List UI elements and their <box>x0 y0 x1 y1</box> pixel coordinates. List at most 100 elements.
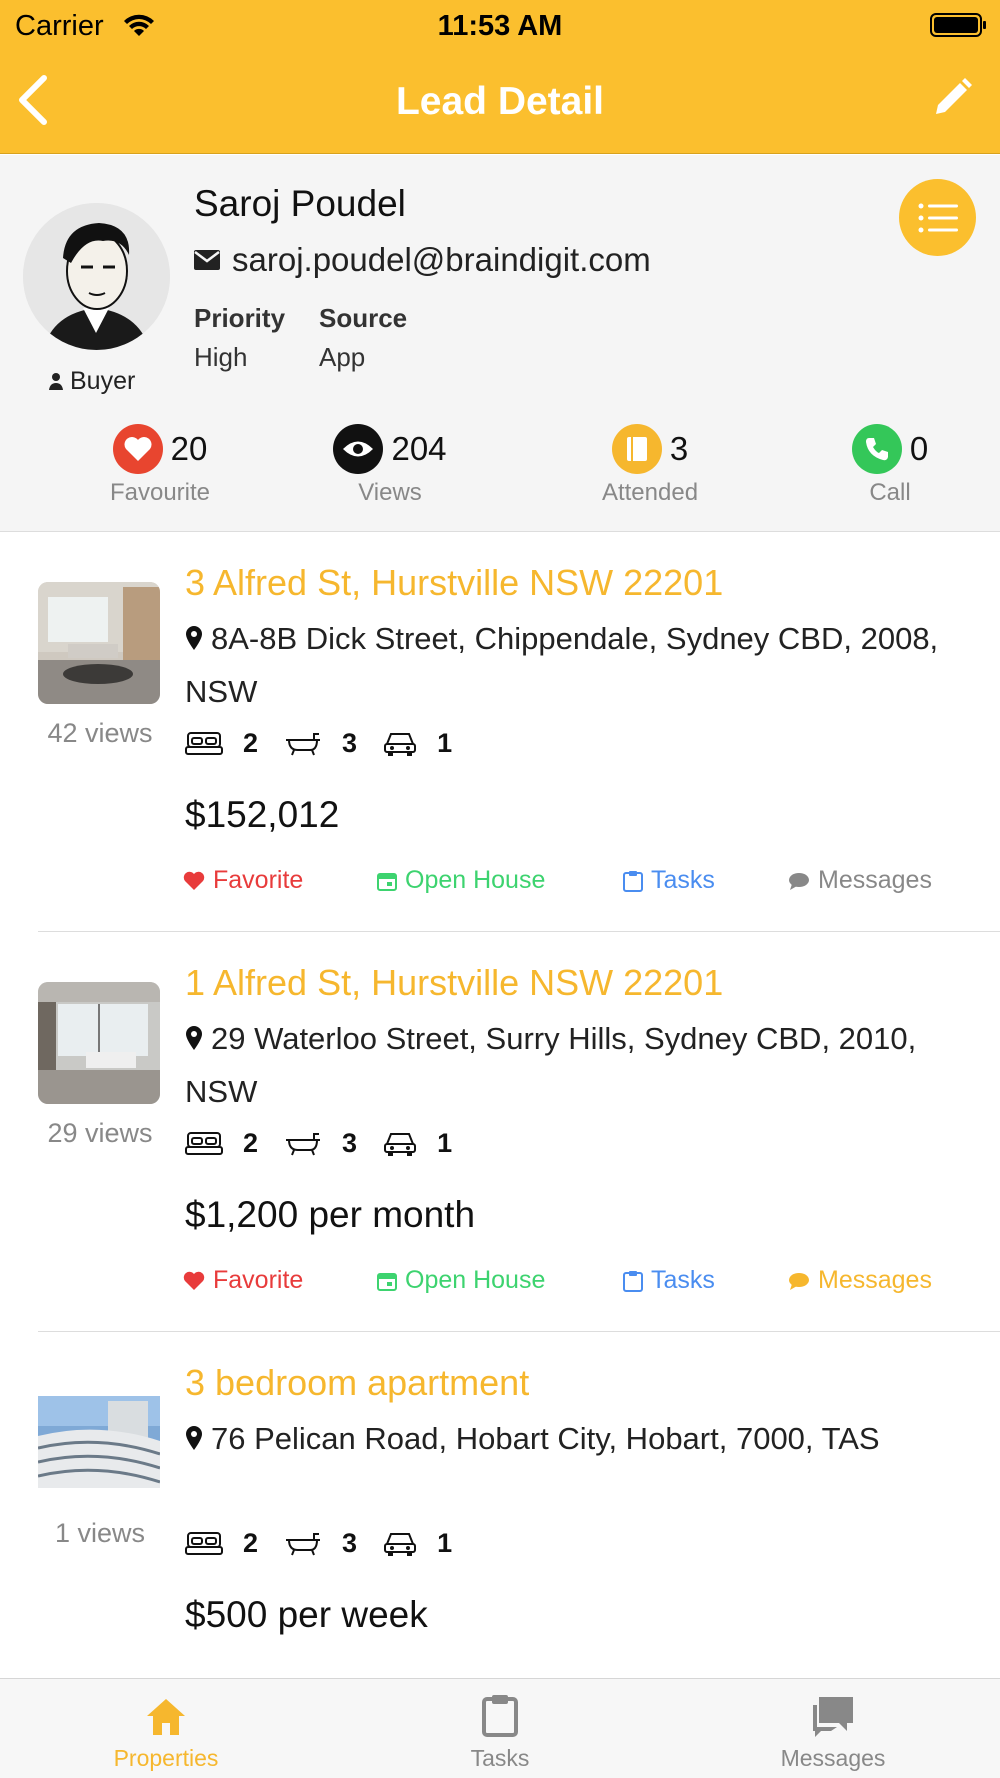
tasks-button[interactable]: Tasks <box>623 866 715 895</box>
property-title[interactable]: 3 Alfred St, Hurstville NSW 22201 <box>185 562 723 604</box>
stat-value: 0 <box>909 430 929 467</box>
open-house-button[interactable]: Open House <box>377 1266 545 1295</box>
calendar-icon <box>377 1272 397 1291</box>
property-address: 8A-8B Dick Street, Chippendale, Sydney C… <box>185 612 965 718</box>
bed-icon <box>185 731 223 755</box>
priority-label: Priority <box>194 303 286 333</box>
property-features: 2 3 1 <box>185 1128 478 1159</box>
clipboard-icon <box>623 870 643 892</box>
property-title[interactable]: 1 Alfred St, Hurstville NSW 22201 <box>185 962 723 1004</box>
person-icon <box>49 372 63 390</box>
heart-icon <box>112 424 163 474</box>
stat-value: 204 <box>391 430 447 467</box>
messages-label: Messages <box>818 866 932 894</box>
messages-button[interactable]: Messages <box>788 866 932 895</box>
favorite-label: Favorite <box>213 1266 304 1294</box>
tasks-button[interactable]: Tasks <box>623 1266 715 1295</box>
favorite-button[interactable]: Favorite <box>183 866 303 895</box>
tasks-label: Tasks <box>651 866 715 894</box>
home-icon <box>66 1689 266 1737</box>
stat-favourite[interactable]: 20 Favourite <box>60 423 260 507</box>
stat-value: 3 <box>669 430 689 467</box>
property-price: $500 per week <box>185 1594 428 1635</box>
open-house-label: Open House <box>405 866 546 894</box>
lead-email[interactable]: saroj.poudel@braindigit.com <box>194 241 651 279</box>
priority-value: High <box>194 342 248 372</box>
views-count: 1 views <box>54 1518 146 1548</box>
stat-value: 20 <box>170 430 208 467</box>
tab-label: Messages <box>780 1745 886 1771</box>
open-house-button[interactable]: Open House <box>377 866 545 895</box>
property-actions: Favorite Open House Tasks Messages <box>183 866 963 906</box>
property-features: 2 3 1 <box>185 728 478 759</box>
favorite-button[interactable]: Favorite <box>183 1266 303 1295</box>
cars-count: 1 <box>437 728 453 758</box>
clipboard-icon <box>400 1689 600 1737</box>
stat-label: Attended <box>601 479 699 506</box>
beds-feature: 2 <box>185 1128 258 1159</box>
chat-bubble-icon <box>789 872 809 890</box>
mail-icon <box>194 250 220 270</box>
list-item[interactable]: 29 views 1 Alfred St, Hurstville NSW 222… <box>0 932 1000 1332</box>
address-text: 29 Waterloo Street, Surry Hills, Sydney … <box>185 1021 917 1109</box>
cars-count: 1 <box>437 1128 453 1158</box>
edit-button[interactable] <box>930 76 978 124</box>
views-count: 29 views <box>47 1118 153 1148</box>
messages-button[interactable]: Messages <box>788 1266 932 1295</box>
menu-button[interactable] <box>899 179 976 256</box>
baths-count: 3 <box>342 1528 358 1558</box>
beds-feature: 2 <box>185 1528 258 1559</box>
stat-label: Views <box>358 479 422 506</box>
property-photo <box>38 582 160 704</box>
role-label: Buyer <box>48 367 135 396</box>
book-icon <box>611 424 662 474</box>
lead-name: Saroj Poudel <box>194 183 406 224</box>
stat-views[interactable]: 204 Views <box>290 423 490 507</box>
beds-count: 2 <box>243 1128 259 1158</box>
tab-messages[interactable]: Messages <box>733 1689 933 1772</box>
address-text: 8A-8B Dick Street, Chippendale, Sydney C… <box>185 621 939 709</box>
property-actions: Favorite Open House Tasks Messages <box>183 1266 963 1306</box>
tab-label: Tasks <box>470 1745 530 1771</box>
lead-profile-card: Buyer Saroj Poudel saroj.poudel@braindig… <box>0 155 1000 532</box>
navigation-bar: Lead Detail <box>0 60 1000 140</box>
cars-feature: 1 <box>383 1528 452 1559</box>
messages-label: Messages <box>818 1266 932 1294</box>
stat-call[interactable]: 0 Call <box>790 423 990 507</box>
property-title[interactable]: 3 bedroom apartment <box>185 1362 529 1404</box>
priority-field: Priority High <box>194 303 285 373</box>
chat-bubble-icon <box>789 1272 809 1290</box>
address-text: 76 Pelican Road, Hobart City, Hobart, 70… <box>211 1421 880 1456</box>
status-bar: Carrier 11:53 AM <box>0 0 1000 50</box>
property-features: 2 3 1 <box>185 1528 478 1559</box>
property-price: $152,012 <box>185 794 340 835</box>
cars-feature: 1 <box>383 1128 452 1159</box>
location-pin-icon <box>186 626 202 650</box>
property-address: 76 Pelican Road, Hobart City, Hobart, 70… <box>185 1412 965 1465</box>
bathtub-icon <box>286 1132 321 1155</box>
tab-bar: Properties Tasks Messages <box>0 1678 1000 1778</box>
baths-feature: 3 <box>284 728 357 759</box>
heart-icon <box>183 1271 205 1290</box>
stat-attended[interactable]: 3 Attended <box>550 423 750 507</box>
stat-label: Favourite <box>109 479 211 506</box>
eye-icon <box>333 424 384 474</box>
bed-icon <box>185 1131 223 1155</box>
list-item[interactable]: 1 views 3 bedroom apartment 76 Pelican R… <box>0 1332 1000 1672</box>
clipboard-icon <box>623 1270 643 1292</box>
baths-feature: 3 <box>284 1128 357 1159</box>
bathtub-icon <box>286 732 321 755</box>
tab-label: Properties <box>113 1745 219 1771</box>
tab-properties[interactable]: Properties <box>66 1689 266 1772</box>
email-text: saroj.poudel@braindigit.com <box>232 241 651 278</box>
phone-icon <box>851 424 902 474</box>
source-field: Source App <box>319 303 407 373</box>
tab-tasks[interactable]: Tasks <box>400 1689 600 1772</box>
heart-icon <box>183 871 205 890</box>
bathtub-icon <box>286 1532 321 1555</box>
calendar-icon <box>377 872 397 891</box>
pencil-icon <box>936 78 972 114</box>
list-item[interactable]: 42 views 3 Alfred St, Hurstville NSW 222… <box>0 532 1000 932</box>
baths-count: 3 <box>342 728 358 758</box>
chat-icon <box>733 1689 933 1737</box>
